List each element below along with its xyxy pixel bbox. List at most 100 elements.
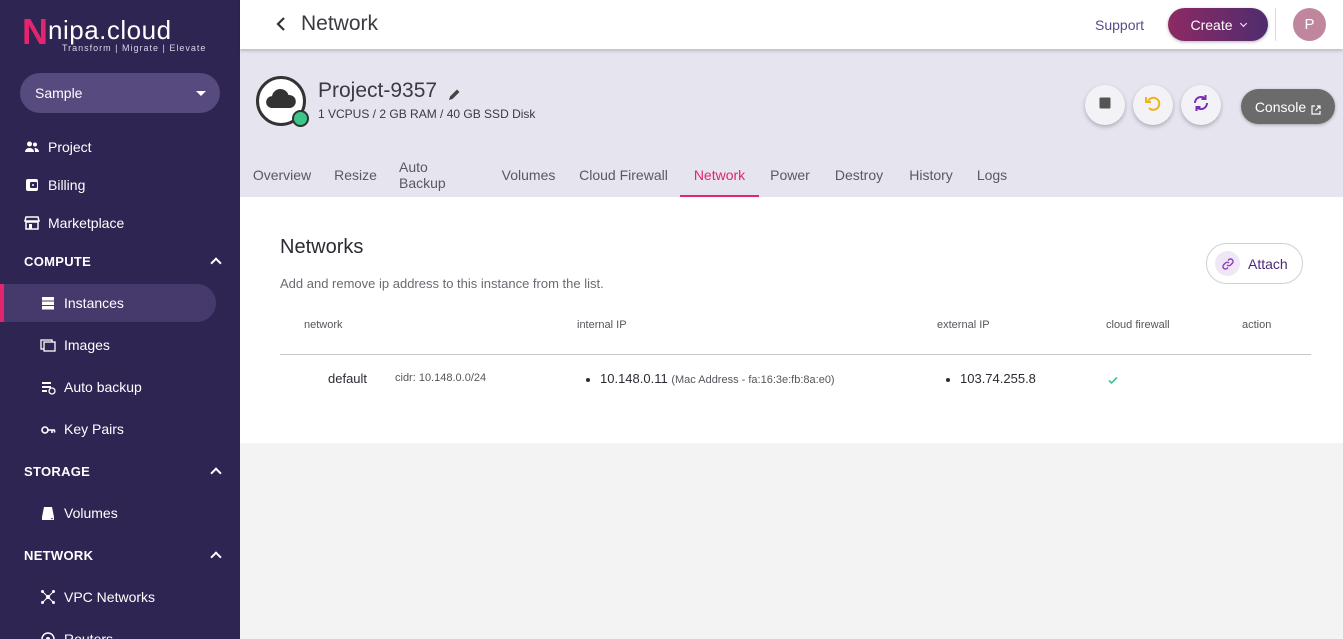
instance-spec: 1 VCPUS / 2 GB RAM / 40 GB SSD Disk — [318, 107, 536, 121]
page-title: Network — [301, 12, 379, 35]
sidebar-item-label: Images — [64, 337, 110, 353]
attach-button-label: Attach — [1248, 255, 1288, 272]
networks-title: Networks — [280, 236, 364, 258]
tab-destroy[interactable]: Destroy — [834, 153, 884, 197]
avatar[interactable]: P — [1293, 8, 1326, 41]
sidebar-item-volumes[interactable]: Volumes — [0, 494, 240, 532]
sidebar-item-label: Volumes — [64, 505, 118, 521]
images-icon — [40, 337, 56, 353]
billing-icon — [24, 177, 40, 193]
status-indicator — [292, 110, 309, 127]
rebuild-button[interactable] — [1181, 85, 1221, 125]
console-button-label: Console — [1254, 98, 1307, 115]
support-link[interactable]: Support — [1095, 17, 1144, 33]
divider — [1275, 8, 1276, 41]
sidebar-item-marketplace[interactable]: Marketplace — [0, 204, 240, 242]
network-cidr: cidr: 10.148.0.0/24 — [395, 372, 487, 384]
section-network[interactable]: NETWORK — [24, 545, 224, 565]
sync-icon — [1191, 93, 1211, 118]
sidebar-item-label: Routers — [64, 631, 114, 639]
networks-description: Add and remove ip address to this instan… — [280, 276, 604, 291]
chevron-up-icon — [210, 467, 222, 479]
org-select[interactable]: Sample — [20, 73, 220, 113]
cloud-instance-icon — [256, 76, 309, 127]
tab-network[interactable]: Network — [680, 153, 759, 197]
sidebar-item-key-pairs[interactable]: Key Pairs — [0, 410, 240, 448]
mac-address: (Mac Address - fa:16:3e:fb:8a:e0) — [671, 374, 835, 386]
router-icon — [40, 631, 56, 639]
tab-history[interactable]: History — [908, 153, 954, 197]
section-title: COMPUTE — [24, 253, 92, 269]
logo-tagline: Transform | Migrate | Elevate — [62, 43, 207, 53]
external-ip: 103.74.255.8 — [960, 371, 1036, 386]
people-icon — [24, 139, 40, 155]
restart-button[interactable] — [1133, 85, 1173, 125]
check-icon — [1107, 373, 1119, 385]
edit-pencil-icon[interactable] — [447, 84, 461, 100]
chevron-down-icon — [1239, 19, 1247, 27]
column-header-action: action — [1242, 319, 1272, 331]
stop-button[interactable] — [1085, 85, 1125, 125]
tab-resize[interactable]: Resize — [334, 153, 377, 197]
network-name: default — [328, 371, 368, 386]
top-bar: Network Support Create P — [240, 0, 1343, 49]
tab-logs[interactable]: Logs — [977, 153, 1007, 197]
network-icon — [40, 589, 56, 605]
sidebar-item-label: Billing — [48, 177, 86, 193]
section-title: NETWORK — [24, 547, 94, 563]
server-icon — [40, 295, 56, 311]
bullet — [946, 377, 950, 382]
disk-icon — [40, 505, 56, 521]
instance-tabs: Overview Resize Auto Backup Volumes Clou… — [240, 153, 1343, 197]
external-link-icon — [1311, 102, 1321, 115]
sidebar-item-label: Instances — [64, 295, 124, 311]
bullet — [586, 377, 590, 382]
instance-header: Project-9357 1 VCPUS / 2 GB RAM / 40 GB … — [240, 49, 1343, 197]
tab-volumes[interactable]: Volumes — [502, 153, 556, 197]
sidebar-item-routers[interactable]: Routers — [0, 620, 240, 639]
back-arrow-icon[interactable] — [273, 15, 291, 33]
nipa-cloud-logo[interactable]: N nipa.cloud Transform | Migrate | Eleva… — [22, 14, 222, 56]
create-button-label: Create — [1190, 16, 1233, 33]
sidebar-item-auto-backup[interactable]: Auto backup — [0, 368, 240, 406]
logo-mark: N — [22, 11, 48, 52]
section-storage[interactable]: STORAGE — [24, 461, 224, 481]
create-button[interactable]: Create — [1168, 8, 1268, 41]
column-header-cloud-firewall: cloud firewall — [1106, 319, 1170, 331]
sidebar-item-label: Project — [48, 139, 92, 155]
backup-icon — [40, 379, 56, 395]
tab-power[interactable]: Power — [770, 153, 810, 197]
sidebar-item-label: Marketplace — [48, 215, 125, 231]
sidebar-item-label: Key Pairs — [64, 421, 124, 437]
networks-card: Networks Add and remove ip address to th… — [240, 197, 1343, 443]
tab-cloud-firewall[interactable]: Cloud Firewall — [579, 153, 668, 197]
sidebar-item-instances[interactable]: Instances — [0, 284, 216, 322]
sidebar-item-label: VPC Networks — [64, 589, 156, 605]
key-icon — [40, 421, 56, 437]
org-select-value: Sample — [35, 85, 83, 101]
sidebar-item-project[interactable]: Project — [0, 128, 240, 166]
column-header-external-ip: external IP — [937, 319, 990, 331]
logo-wordmark: nipa.cloud — [48, 15, 172, 45]
external-ip-cell: 103.74.255.8 — [946, 371, 1036, 386]
sidebar-item-images[interactable]: Images — [0, 326, 240, 364]
caret-down-icon — [196, 91, 206, 96]
console-button[interactable]: Console — [1241, 89, 1335, 124]
chevron-up-icon — [210, 551, 222, 563]
link-icon — [1215, 251, 1240, 276]
internal-ip-cell: 10.148.0.11 (Mac Address - fa:16:3e:fb:8… — [586, 371, 835, 386]
sidebar-item-label: Auto backup — [64, 379, 142, 395]
attach-button[interactable]: Attach — [1206, 243, 1303, 284]
sidebar-item-billing[interactable]: Billing — [0, 166, 240, 204]
internal-ip: 10.148.0.11 — [600, 371, 668, 386]
column-header-internal-ip: internal IP — [577, 319, 627, 331]
instance-name: Project-9357 — [318, 79, 461, 103]
sidebar-item-vpc-networks[interactable]: VPC Networks — [0, 578, 240, 616]
instance-name-text: Project-9357 — [318, 79, 438, 102]
tab-auto-backup[interactable]: Auto Backup — [399, 153, 478, 197]
column-header-network: network — [304, 319, 343, 331]
section-compute[interactable]: COMPUTE — [24, 251, 224, 271]
stop-icon — [1099, 96, 1111, 114]
tab-overview[interactable]: Overview — [252, 153, 312, 197]
sidebar: N nipa.cloud Transform | Migrate | Eleva… — [0, 0, 240, 639]
